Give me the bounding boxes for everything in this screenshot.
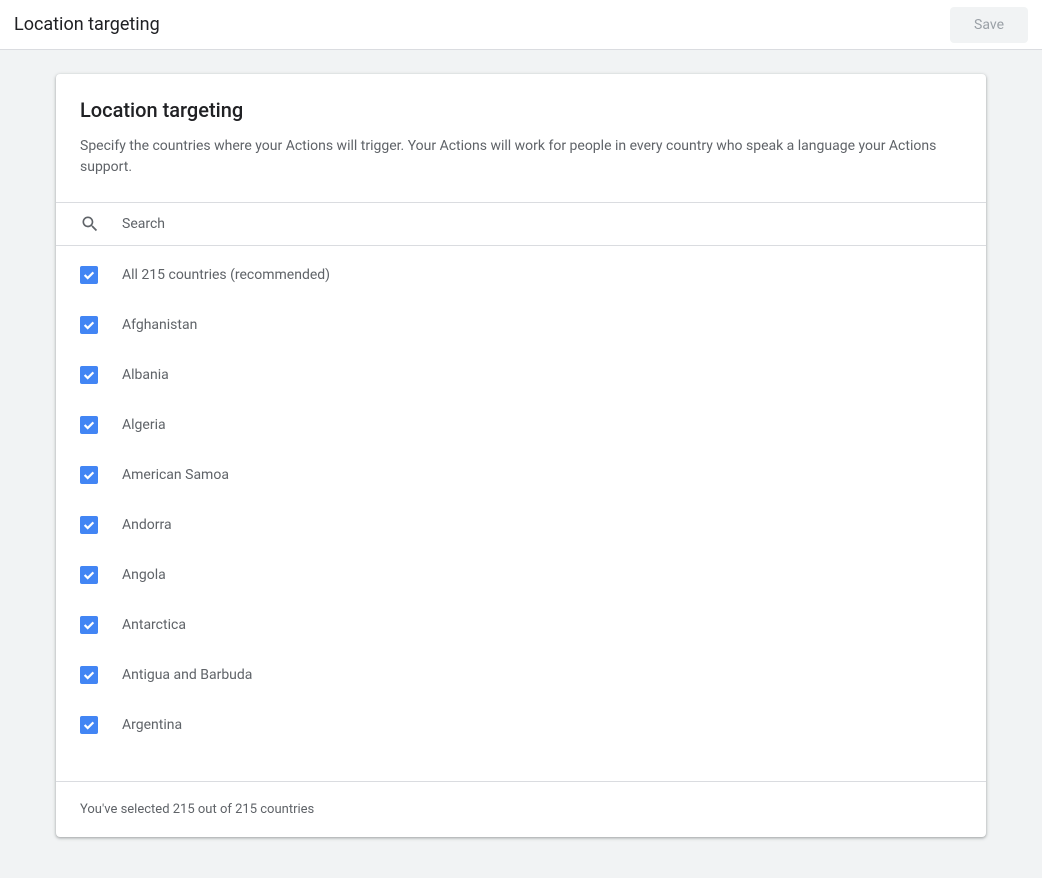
search-bar xyxy=(56,202,986,246)
country-label: Albania xyxy=(122,367,169,383)
location-card: Location targeting Specify the countries… xyxy=(56,74,986,837)
country-list[interactable]: All 215 countries (recommended) Afghanist… xyxy=(56,246,986,781)
selection-status: You've selected 215 out of 215 countries xyxy=(56,781,986,837)
content-wrapper: Location targeting Specify the countries… xyxy=(0,50,1042,861)
search-input[interactable] xyxy=(122,216,962,232)
country-item[interactable]: All 215 countries (recommended) xyxy=(56,250,986,300)
country-label: Andorra xyxy=(122,517,172,533)
country-label: American Samoa xyxy=(122,467,229,483)
search-icon xyxy=(80,214,100,234)
checkbox[interactable] xyxy=(80,466,98,484)
country-label: Argentina xyxy=(122,717,182,733)
page-title: Location targeting xyxy=(14,14,160,35)
checkbox[interactable] xyxy=(80,266,98,284)
country-item[interactable]: Albania xyxy=(56,350,986,400)
country-item[interactable]: Angola xyxy=(56,550,986,600)
country-label: Antigua and Barbuda xyxy=(122,667,252,683)
checkbox[interactable] xyxy=(80,516,98,534)
checkbox[interactable] xyxy=(80,566,98,584)
checkbox[interactable] xyxy=(80,316,98,334)
checkbox[interactable] xyxy=(80,416,98,434)
country-label: All 215 countries (recommended) xyxy=(122,267,330,283)
country-label: Algeria xyxy=(122,417,166,433)
country-label: Antarctica xyxy=(122,617,186,633)
country-label: Afghanistan xyxy=(122,317,197,333)
country-item[interactable]: Antigua and Barbuda xyxy=(56,650,986,700)
save-button[interactable]: Save xyxy=(950,7,1028,43)
country-item[interactable]: Argentina xyxy=(56,700,986,750)
checkbox[interactable] xyxy=(80,616,98,634)
card-header: Location targeting Specify the countries… xyxy=(56,74,986,202)
checkbox[interactable] xyxy=(80,366,98,384)
page-header: Location targeting Save xyxy=(0,0,1042,50)
checkbox[interactable] xyxy=(80,716,98,734)
country-item[interactable]: American Samoa xyxy=(56,450,986,500)
country-item[interactable]: Andorra xyxy=(56,500,986,550)
country-item[interactable]: Antarctica xyxy=(56,600,986,650)
country-label: Angola xyxy=(122,567,166,583)
card-description: Specify the countries where your Actions… xyxy=(80,136,962,178)
country-item[interactable]: Algeria xyxy=(56,400,986,450)
checkbox[interactable] xyxy=(80,666,98,684)
card-title: Location targeting xyxy=(80,98,962,122)
country-item[interactable]: Afghanistan xyxy=(56,300,986,350)
